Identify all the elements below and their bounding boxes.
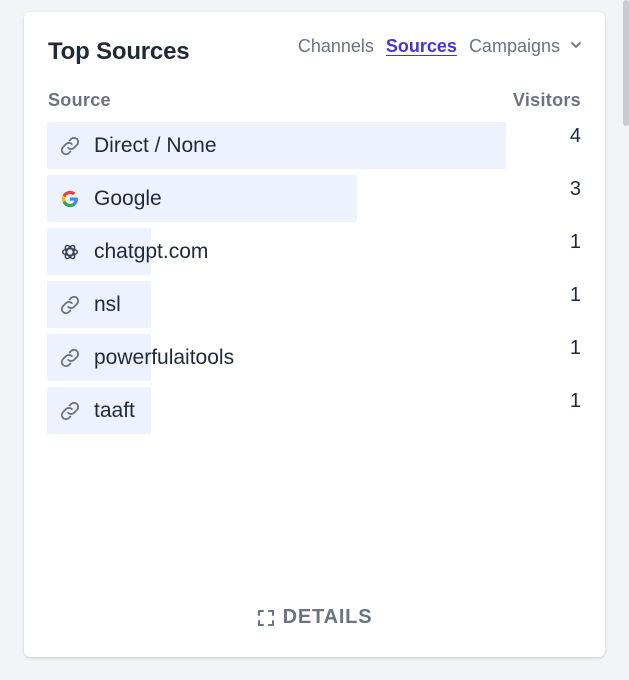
source-row-label-wrap: powerfulaitools (59, 334, 234, 381)
tab-bar: Channels Sources Campaigns (298, 36, 583, 57)
google-icon (61, 190, 78, 207)
source-label: chatgpt.com (94, 239, 209, 263)
source-row[interactable]: powerfulaitools 1 (47, 334, 581, 382)
source-label: powerfulaitools (94, 345, 235, 369)
visitors-count: 1 (569, 390, 581, 412)
visitors-count: 1 (569, 284, 581, 306)
link-icon (60, 295, 80, 314)
source-row[interactable]: chatgpt.com 1 (47, 228, 581, 276)
source-row[interactable]: nsl 1 (47, 281, 581, 329)
link-icon (60, 401, 80, 420)
source-row-label-wrap: chatgpt.com (59, 228, 208, 275)
tab-sources[interactable]: Sources (386, 36, 457, 57)
visitors-count: 3 (569, 178, 581, 200)
openai-icon (61, 244, 79, 259)
visitors-count: 4 (569, 125, 581, 147)
details-label: DETAILS (282, 606, 373, 628)
source-row-label-wrap: Google (59, 175, 162, 222)
card-title: Top Sources (48, 38, 190, 65)
top-sources-card: Top Sources Channels Sources Campaigns S… (24, 12, 605, 657)
visitors-count: 1 (569, 337, 581, 359)
link-icon (60, 136, 80, 155)
source-row[interactable]: Google 3 (47, 175, 581, 223)
visitors-count: 1 (569, 231, 581, 253)
source-row[interactable]: Direct / None 4 (47, 122, 581, 170)
details-button[interactable]: DETAILS (24, 606, 605, 629)
tab-channels[interactable]: Channels (298, 36, 374, 57)
source-row-label-wrap: taaft (59, 387, 135, 434)
source-label: taaft (94, 398, 135, 422)
source-label: Direct / None (94, 133, 217, 157)
chevron-down-icon (571, 42, 581, 48)
source-label: nsl (94, 292, 121, 316)
tab-campaigns-label: Campaigns (468, 36, 560, 56)
link-icon (60, 348, 80, 367)
tab-campaigns[interactable]: Campaigns (469, 36, 583, 57)
sources-list: Direct / None 4 Google 3 chatgpt.com 1 n… (47, 122, 581, 440)
source-label: Google (94, 186, 162, 210)
source-row-label-wrap: nsl (59, 281, 121, 328)
column-header-source: Source (48, 90, 111, 110)
scrollbar[interactable] (623, 0, 629, 126)
column-header-visitors: Visitors (512, 90, 581, 110)
source-row[interactable]: taaft 1 (47, 387, 581, 435)
expand-icon (257, 609, 274, 626)
source-row-label-wrap: Direct / None (59, 122, 217, 169)
